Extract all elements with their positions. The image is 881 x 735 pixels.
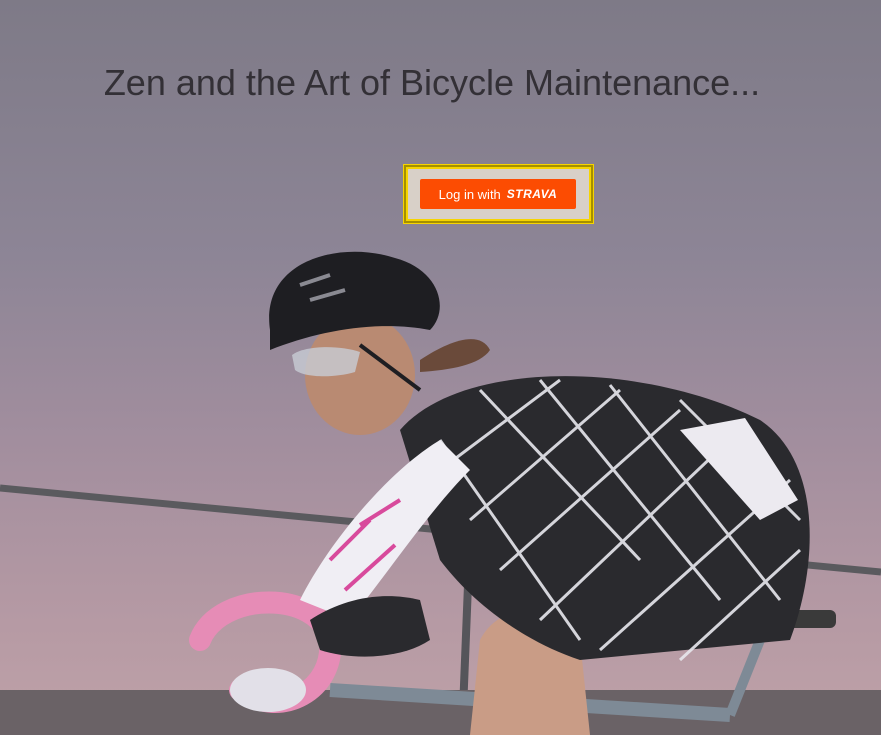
login-highlight-frame: Log in with STRAVA: [403, 164, 594, 224]
login-with-strava-button[interactable]: Log in with STRAVA: [420, 179, 576, 209]
hero-background-photo: [0, 0, 881, 735]
cyclist-illustration: [0, 251, 881, 735]
strava-logo: STRAVA: [506, 187, 558, 201]
login-button-label: Log in with: [438, 186, 501, 202]
page-title: Zen and the Art of Bicycle Maintenance..…: [103, 62, 761, 103]
